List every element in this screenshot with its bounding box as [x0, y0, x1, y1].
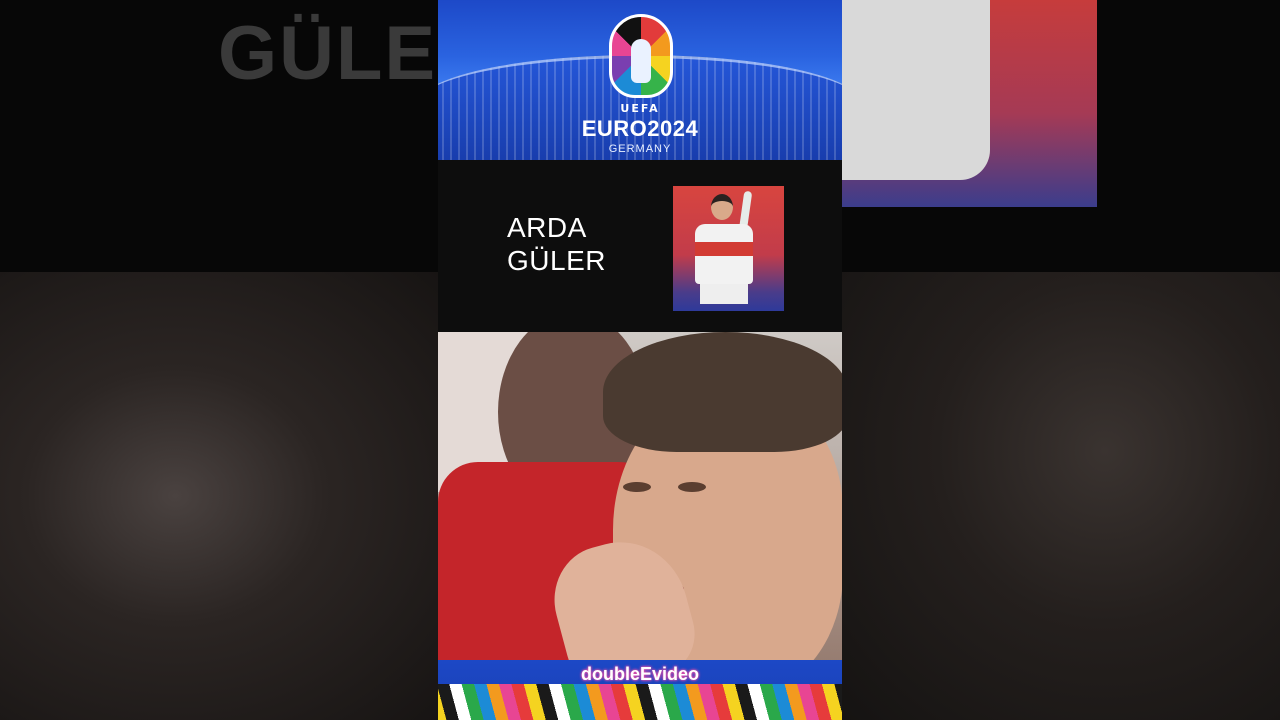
uefa-label: UEFA	[620, 102, 660, 115]
footer-stripes: doubleEvideo	[438, 660, 842, 720]
video-frame[interactable]: UEFA EURO2024 GERMANY ARDA GÜLER doubleE…	[438, 0, 842, 720]
blurred-shirt	[842, 0, 990, 180]
blurred-video-area	[842, 272, 1280, 720]
euro2024-banner: UEFA EURO2024 GERMANY	[438, 0, 842, 160]
player-last-name: GÜLER	[507, 245, 606, 276]
player-portrait-card	[673, 186, 784, 311]
color-stripes-graphic	[438, 684, 842, 720]
channel-watermark: doubleEvideo	[580, 664, 699, 684]
blurred-background-right	[842, 0, 1280, 720]
blurred-player-card	[842, 0, 1097, 207]
euro2024-title: EURO2024	[581, 116, 699, 141]
player-first-name: ARDA	[507, 212, 587, 243]
player-name-panel: ARDA GÜLER	[438, 160, 842, 332]
blurred-video-area	[0, 272, 438, 720]
trophy-icon	[609, 14, 673, 98]
blurred-player-name: GÜLE	[218, 11, 438, 96]
blurred-top-area	[842, 0, 1280, 272]
blurred-top-area: GÜLE	[0, 0, 438, 272]
blurred-background-left: GÜLE	[0, 0, 438, 720]
host-country-label: GERMANY	[608, 143, 672, 155]
